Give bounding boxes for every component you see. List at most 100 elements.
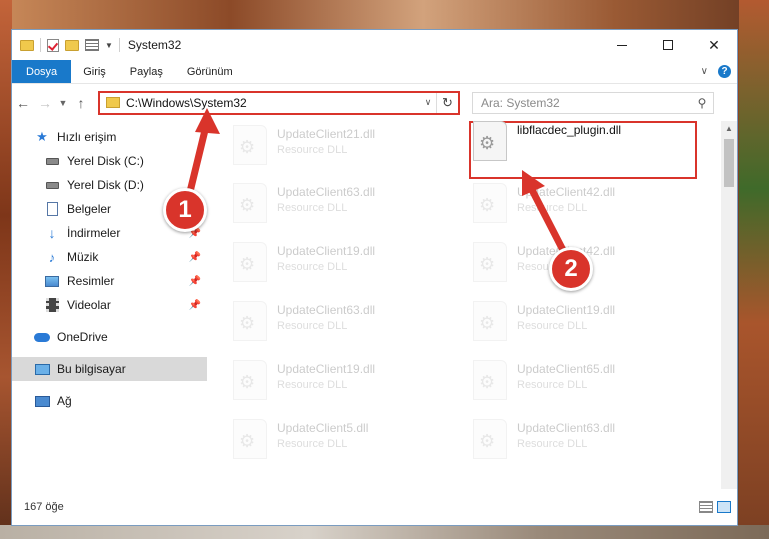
close-button[interactable]: ✕ [691,30,737,60]
dll-file-icon [233,183,267,223]
list-item[interactable]: UpdateClient42.dll Resource DLL [473,183,693,227]
dll-file-icon [473,301,507,341]
file-type: Resource DLL [277,438,348,450]
tab-view[interactable]: Görünüm [175,60,245,83]
file-type: Resource DLL [517,202,588,214]
dll-file-icon [473,242,507,282]
step-1-badge: 1 [163,188,207,232]
file-type: Resource DLL [277,202,348,214]
ribbon-tabs: Dosya Giriş Paylaş Görünüm ∨ ? [12,60,737,83]
help-icon[interactable]: ? [718,65,731,78]
pin-icon[interactable]: 📌 [189,252,201,263]
sidebar-item-label: Videolar [67,298,111,312]
file-type: Resource DLL [277,144,348,156]
sidebar-item-onedrive[interactable]: OneDrive [12,325,207,349]
dll-file-icon [473,419,507,459]
file-name: UpdateClient5.dll [277,421,369,435]
minimize-button[interactable] [599,30,645,60]
sidebar-item-label: Müzik [67,250,99,264]
file-type: Resource DLL [517,438,588,450]
details-view-icon[interactable] [699,501,713,513]
file-name: UpdateClient63.dll [517,421,616,435]
up-arrow-icon[interactable]: ↑ [70,95,92,111]
title-bar: ▼ System32 ✕ [12,30,737,60]
sidebar-item-pictures[interactable]: Resimler 📌 [12,269,207,293]
recent-locations-icon[interactable]: ▼ [56,98,70,108]
quick-access-toolbar: ▼ [12,38,120,52]
scroll-up-icon[interactable]: ▲ [721,121,737,137]
file-name: UpdateClient19.dll [517,303,616,317]
network-icon [34,394,50,408]
address-dropdown-icon[interactable]: ∨ [420,97,436,108]
sidebar-item-quick-access[interactable]: ★ Hızlı erişim [12,125,207,149]
sidebar-item-videos[interactable]: Videolar 📌 [12,293,207,317]
file-explorer-window: ▼ System32 ✕ Dosya Giriş Paylaş Görünüm … [11,29,738,526]
window-controls: ✕ [599,30,737,60]
refresh-icon[interactable]: ↻ [436,92,458,113]
customize-toolbar-icon[interactable]: ▼ [105,41,113,50]
music-note-icon: ♪ [48,249,56,265]
navigation-bar: ← → ▼ ↑ C:\Windows\System32 ∨ ↻ Ara: Sys… [12,83,737,121]
sidebar-item-label: İndirmeler [67,226,121,240]
explorer-body: ★ Hızlı erişim Yerel Disk (C:) Yerel Dis… [12,121,737,489]
view-properties-icon[interactable] [85,39,99,51]
file-type: Resource DLL [517,320,588,332]
sidebar-item-label: OneDrive [57,330,108,344]
list-item[interactable]: UpdateClient19.dll Resource DLL [233,360,453,404]
file-name: UpdateClient63.dll [277,303,376,317]
maximize-icon [663,40,673,50]
list-item[interactable]: UpdateClient19.dll Resource DLL [473,301,693,345]
close-icon: ✕ [708,36,720,53]
dll-file-icon [233,419,267,459]
desktop-background-bottom [0,525,769,539]
sidebar-item-local-disk-c[interactable]: Yerel Disk (C:) [12,149,207,173]
file-name: UpdateClient19.dll [277,244,376,258]
properties-check-icon[interactable] [47,38,59,52]
list-item-target-file[interactable]: libflacdec_plugin.dll [473,121,693,165]
list-item[interactable]: UpdateClient21.dll Resource DLL [233,125,453,169]
list-item[interactable]: UpdateClient63.dll Resource DLL [233,183,453,227]
tab-share[interactable]: Paylaş [118,60,175,83]
list-item[interactable]: UpdateClient63.dll Resource DLL [473,419,693,463]
maximize-button[interactable] [645,30,691,60]
document-icon [44,202,60,216]
pin-icon[interactable]: 📌 [189,300,201,311]
computer-icon [34,362,50,376]
file-list: UpdateClient21.dll Resource DLL UpdateCli… [207,121,721,489]
sidebar-item-this-pc[interactable]: Bu bilgisayar [12,357,207,381]
list-item[interactable]: UpdateClient65.dll Resource DLL [473,360,693,404]
view-switcher [699,501,731,513]
folder-icon[interactable] [20,39,34,51]
scrollbar-thumb[interactable] [724,139,734,187]
list-item[interactable]: UpdateClient19.dll Resource DLL [233,242,453,286]
expand-ribbon-icon[interactable]: ∨ [701,66,708,77]
address-path[interactable]: C:\Windows\System32 [126,96,420,110]
file-type: Resource DLL [277,379,348,391]
back-arrow-icon[interactable]: ← [12,95,34,111]
list-item[interactable]: UpdateClient63.dll Resource DLL [233,301,453,345]
navigation-pane: ★ Hızlı erişim Yerel Disk (C:) Yerel Dis… [12,121,207,489]
forward-arrow-icon[interactable]: → [34,95,56,111]
search-icon[interactable]: ⚲ [691,96,713,110]
search-box[interactable]: Ara: System32 ⚲ [472,91,714,114]
vertical-scrollbar[interactable]: ▲ [721,121,737,489]
drive-icon [44,154,60,168]
new-folder-icon[interactable] [65,39,79,51]
desktop-background-right [739,0,769,539]
toolbar-divider [118,38,120,52]
file-type: Resource DLL [517,379,588,391]
address-bar[interactable]: C:\Windows\System32 ∨ ↻ [98,90,460,115]
sidebar-item-music[interactable]: ♪ Müzik 📌 [12,245,207,269]
film-icon [44,298,60,312]
file-name: libflacdec_plugin.dll [517,123,622,137]
search-input[interactable]: Ara: System32 [481,96,691,110]
tab-file[interactable]: Dosya [12,60,72,83]
desktop-background-top [0,0,769,30]
tab-home[interactable]: Giriş [71,60,118,83]
sidebar-item-label: Yerel Disk (C:) [67,154,144,168]
list-item[interactable]: UpdateClient5.dll Resource DLL [233,419,453,463]
large-icons-view-icon[interactable] [717,501,731,513]
sidebar-item-network[interactable]: Ağ [12,389,207,413]
pin-icon[interactable]: 📌 [189,276,201,287]
dll-file-icon [233,301,267,341]
